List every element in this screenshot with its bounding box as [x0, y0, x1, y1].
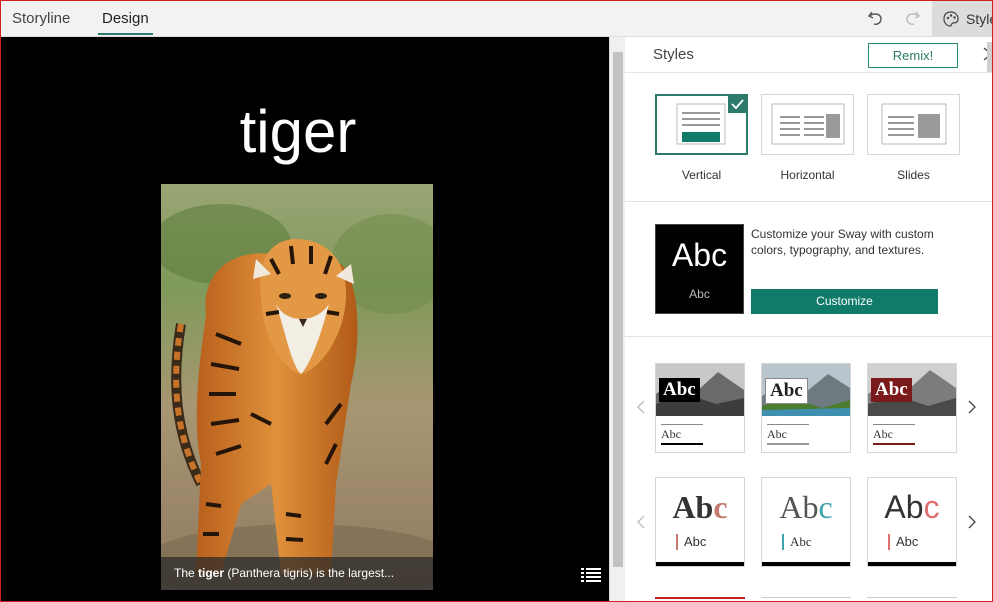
styles-pane: Styles Remix! Vertical Horizontal Slides… — [625, 37, 993, 602]
font-theme-1-body: Abc — [684, 534, 707, 549]
theme-1-heading: Abc — [659, 378, 700, 402]
palette-icon — [943, 11, 959, 27]
top-bar: Storyline Design Styles — [0, 0, 993, 37]
image-caption: The tiger (Panthera tigris) is the large… — [161, 557, 433, 590]
canvas-scrollbar-thumb[interactable] — [613, 52, 623, 567]
undo-icon[interactable] — [866, 8, 886, 28]
theme-card-partial[interactable] — [867, 597, 957, 602]
customize-button[interactable]: Customize — [751, 289, 938, 314]
font-theme-1-heading-main: Ab — [672, 489, 714, 525]
theme-card-partial[interactable] — [761, 597, 851, 602]
page-title: tiger — [239, 98, 357, 165]
font-theme-2-heading-last: c — [818, 489, 833, 525]
styles-pane-scrollbar-thumb[interactable] — [987, 42, 992, 72]
redo-icon[interactable] — [902, 8, 922, 28]
theme-3-heading: Abc — [871, 378, 912, 402]
customize-description: Customize your Sway with custom colors, … — [751, 227, 934, 257]
divider — [625, 336, 993, 337]
tiger-image — [161, 184, 433, 590]
font-theme-1-heading: Abc — [656, 489, 744, 526]
font-theme-1-rule — [656, 562, 744, 566]
chevron-left-icon[interactable] — [635, 514, 647, 530]
theme-card-3[interactable]: Abc Abc — [867, 363, 957, 453]
selected-check-badge — [728, 95, 747, 113]
chevron-right-icon[interactable] — [966, 399, 978, 415]
font-theme-2-body: Abc — [790, 534, 812, 549]
theme-card-2[interactable]: Abc Abc — [761, 363, 851, 453]
theme-card-1[interactable]: Abc Abc — [655, 363, 745, 453]
caption-bold: tiger — [198, 566, 225, 580]
theme-2-heading: Abc — [765, 378, 808, 404]
remix-button[interactable]: Remix! — [868, 43, 958, 68]
styles-button-label: Styles — [966, 11, 993, 27]
layout-slides-label: Slides — [897, 168, 930, 182]
theme-3-body: Abc — [873, 427, 893, 441]
sway-preview-canvas: tiger The tiger (Panthera tigris) is the… — [0, 37, 609, 602]
font-theme-card-3[interactable]: Abc Abc — [867, 477, 957, 567]
tab-design[interactable]: Design — [98, 0, 153, 37]
theme-1-rule — [661, 424, 703, 425]
styles-pane-header: Styles Remix! — [625, 37, 993, 73]
styles-pane-title: Styles — [653, 46, 694, 63]
slides-layout-icon — [881, 103, 947, 145]
checkmark-icon — [731, 99, 744, 110]
theme-1-accent-rule — [661, 443, 703, 445]
font-theme-2-rule — [762, 562, 850, 566]
layout-horizontal-label: Horizontal — [780, 168, 835, 182]
customize-preview-body: Abc — [689, 287, 710, 301]
theme-3-accent-rule — [873, 443, 915, 445]
canvas-scrollbar[interactable] — [609, 37, 625, 602]
font-theme-2-heading-main: Ab — [779, 489, 819, 525]
horizontal-layout-icon — [771, 103, 845, 145]
layout-horizontal-card[interactable] — [761, 94, 854, 155]
font-theme-3-heading-last: c — [923, 489, 940, 525]
font-theme-2-bar — [782, 534, 784, 550]
navigation-list-icon[interactable] — [581, 568, 601, 582]
chevron-left-icon[interactable] — [635, 399, 647, 415]
theme-2-body: Abc — [767, 427, 787, 441]
tiger-photo[interactable]: The tiger (Panthera tigris) is the large… — [161, 184, 433, 590]
font-theme-1-heading-last: c — [713, 489, 728, 525]
theme-2-accent-rule — [767, 443, 809, 445]
caption-post: (Panthera tigris) is the largest... — [224, 566, 395, 580]
layout-slides-card[interactable] — [867, 94, 960, 155]
theme-3-rule — [873, 424, 915, 425]
tab-storyline[interactable]: Storyline — [12, 0, 70, 37]
styles-button[interactable]: Styles — [932, 0, 993, 37]
chevron-right-icon[interactable] — [966, 514, 978, 530]
font-theme-3-bar — [888, 534, 890, 550]
font-theme-3-heading: Abc — [868, 489, 956, 526]
styles-pane-scrollbar[interactable] — [986, 40, 993, 600]
layout-vertical-card[interactable] — [655, 94, 748, 155]
customize-preview-heading: Abc — [671, 237, 728, 273]
caption-pre: The — [174, 566, 199, 580]
theme-1-body: Abc — [661, 427, 681, 441]
font-theme-card-2[interactable]: Abc Abc — [761, 477, 851, 567]
theme-card-partial[interactable] — [655, 597, 745, 602]
font-theme-2-heading: Abc — [762, 489, 850, 526]
font-theme-3-body: Abc — [896, 534, 919, 549]
theme-2-rule — [767, 424, 809, 425]
font-theme-1-bar — [676, 534, 678, 550]
customize-preview-tile[interactable]: Abc Abc — [655, 224, 744, 314]
font-theme-3-heading-main: Ab — [884, 489, 924, 525]
font-theme-3-rule — [868, 562, 956, 566]
divider — [625, 201, 993, 202]
layout-vertical-label: Vertical — [681, 168, 722, 182]
font-theme-card-1[interactable]: Abc Abc — [655, 477, 745, 567]
